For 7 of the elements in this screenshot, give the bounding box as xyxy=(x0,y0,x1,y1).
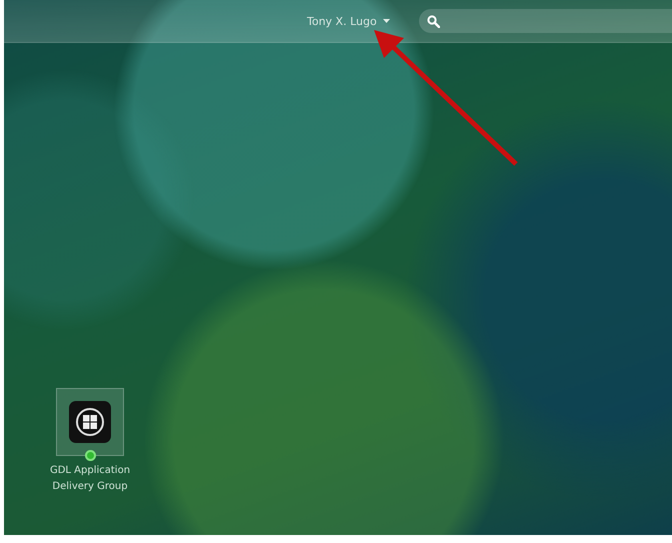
app-label[interactable]: GDL Application Delivery Group xyxy=(42,463,138,495)
windows-logo-icon xyxy=(69,401,111,443)
caret-icon xyxy=(382,19,390,23)
user-menu[interactable]: Tony X. Lugo xyxy=(304,12,393,30)
search-icon xyxy=(426,14,440,28)
app-tile[interactable] xyxy=(56,388,124,456)
search-field[interactable] xyxy=(418,9,672,33)
